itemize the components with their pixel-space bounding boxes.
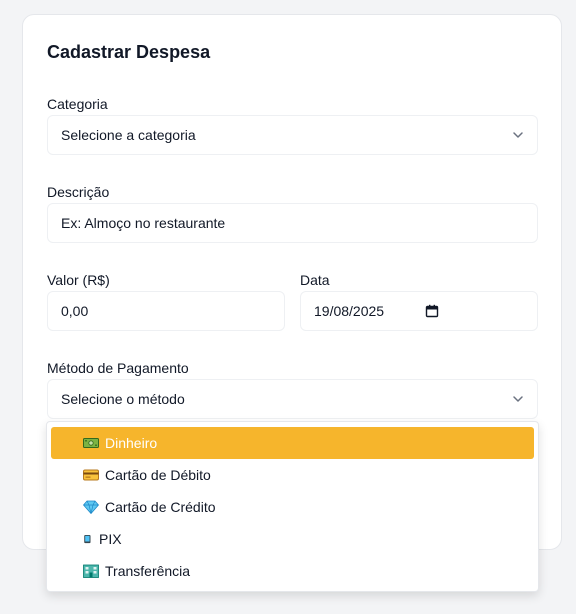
amount-input[interactable]: 0,00 bbox=[47, 291, 285, 331]
mobile-phone-icon bbox=[84, 534, 91, 544]
payment-option-pix[interactable]: PIX bbox=[51, 523, 534, 555]
payment-option-dinheiro[interactable]: Dinheiro bbox=[51, 427, 534, 459]
amount-label: Valor (R$) bbox=[47, 272, 110, 288]
chevron-down-icon bbox=[513, 396, 523, 402]
payment-option-label: Cartão de Débito bbox=[105, 467, 211, 483]
description-input[interactable]: Ex: Almoço no restaurante bbox=[47, 203, 538, 243]
category-select-value: Selecione a categoria bbox=[61, 127, 196, 143]
credit-card-icon bbox=[83, 469, 99, 481]
payment-option-debito[interactable]: Cartão de Débito bbox=[51, 459, 534, 491]
payment-select-value: Selecione o método bbox=[61, 391, 185, 407]
payment-option-label: Transferência bbox=[105, 563, 191, 579]
chevron-down-icon bbox=[513, 132, 523, 138]
description-label: Descrição bbox=[47, 184, 110, 200]
date-label: Data bbox=[300, 272, 330, 288]
payment-label: Método de Pagamento bbox=[47, 360, 189, 376]
date-input[interactable]: 19/08/2025 bbox=[300, 291, 538, 331]
form-title: Cadastrar Despesa bbox=[47, 42, 211, 62]
payment-select[interactable]: Selecione o método bbox=[47, 379, 538, 419]
banknote-icon bbox=[83, 438, 99, 448]
payment-option-label: PIX bbox=[99, 531, 122, 547]
date-value: 19/08/2025 bbox=[314, 303, 385, 319]
payment-option-label: Dinheiro bbox=[105, 435, 158, 451]
description-placeholder: Ex: Almoço no restaurante bbox=[61, 215, 226, 231]
payment-option-transferencia[interactable]: Transferência bbox=[51, 555, 534, 587]
payment-options-dropdown: Dinheiro Cartão de Débito Cartão de Créd… bbox=[46, 421, 539, 592]
calendar-icon[interactable] bbox=[425, 304, 439, 318]
category-select[interactable]: Selecione a categoria bbox=[47, 115, 538, 155]
bank-building-icon bbox=[83, 564, 99, 578]
payment-option-label: Cartão de Crédito bbox=[105, 499, 216, 515]
amount-value: 0,00 bbox=[61, 303, 89, 319]
gem-icon bbox=[83, 500, 99, 514]
payment-option-credito[interactable]: Cartão de Crédito bbox=[51, 491, 534, 523]
category-label: Categoria bbox=[47, 96, 108, 112]
